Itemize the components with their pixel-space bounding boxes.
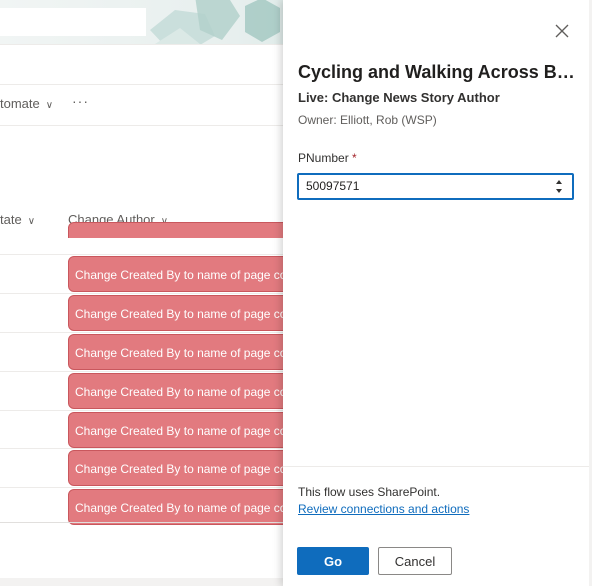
list-bottom-divider <box>0 522 290 523</box>
row-divider <box>0 293 290 294</box>
connection-info-text: This flow uses SharePoint. <box>298 485 441 499</box>
pnumber-label: PNumber * <box>298 151 357 165</box>
row-divider <box>0 371 290 372</box>
flow-title: Cycling and Walking Across Bar... <box>298 62 583 82</box>
automate-label: tomate <box>0 96 40 111</box>
chevron-down-icon: ∨ <box>27 216 36 227</box>
review-connections-link[interactable]: Review connections and actions <box>298 502 469 516</box>
row-divider <box>0 487 290 488</box>
automate-menu-button[interactable]: tomate ∨ <box>0 96 53 111</box>
change-author-pill[interactable]: Change Created By to name of page co <box>68 373 298 409</box>
pnumber-input[interactable]: 50097571 <box>297 173 574 200</box>
pnumber-value: 50097571 <box>306 179 360 193</box>
run-flow-panel: Cycling and Walking Across Bar... Live: … <box>283 0 592 586</box>
row-divider <box>0 332 290 333</box>
more-options-button[interactable]: ··· <box>72 93 89 109</box>
change-author-pill[interactable]: Change Created By to name of page co <box>68 256 298 292</box>
spinner-arrows-icon[interactable] <box>555 179 563 194</box>
row-divider <box>0 448 290 449</box>
row-divider <box>0 254 290 255</box>
close-icon[interactable] <box>553 22 571 40</box>
list-footer-band <box>0 578 290 586</box>
flow-subtitle: Live: Change News Story Author <box>298 90 500 105</box>
footer-divider <box>283 466 592 467</box>
pnumber-label-text: PNumber <box>298 151 349 165</box>
column-header-state[interactable]: tate ∨ <box>0 212 35 227</box>
change-author-pill[interactable]: Change Created By to name of page co <box>68 489 298 525</box>
required-indicator: * <box>352 151 357 165</box>
chevron-down-icon: ∨ <box>45 100 54 111</box>
change-author-pill[interactable]: Change Created By to name of page co <box>68 412 298 448</box>
cancel-button[interactable]: Cancel <box>378 547 452 575</box>
flow-owner: Owner: Elliott, Rob (WSP) <box>298 113 437 127</box>
go-button[interactable]: Go <box>297 547 369 575</box>
change-author-pill[interactable]: Change Created By to name of page co <box>68 334 298 370</box>
row-divider <box>0 410 290 411</box>
column-header-label: tate <box>0 212 22 227</box>
change-author-pill[interactable]: Change Created By to name of page co <box>68 450 298 486</box>
header-overlap-mask <box>0 238 290 252</box>
change-author-pill[interactable]: Change Created By to name of page co <box>68 295 298 331</box>
